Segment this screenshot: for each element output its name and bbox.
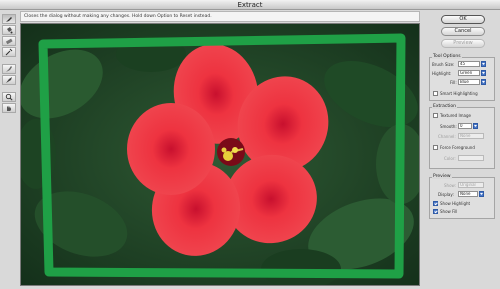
window-title: Extract <box>0 0 500 10</box>
smart-highlighting-label: Smart Highlighting <box>440 91 478 96</box>
tool-options-title: Tool Options <box>432 54 462 59</box>
highlight-label: Highlight: <box>432 71 452 76</box>
channel-select[interactable]: None <box>458 133 484 139</box>
ok-button[interactable]: OK <box>441 15 485 24</box>
smooth-label: Smooth: <box>440 124 457 129</box>
brush-size-label: Brush Size: <box>432 62 455 67</box>
extract-options-panel: OK Cancel Preview Tool Options Brush Siz… <box>425 13 497 287</box>
zoom-icon <box>5 93 13 101</box>
brush-size-input[interactable]: 45 <box>458 61 480 67</box>
edge-touchup-icon <box>6 77 12 83</box>
chevron-down-icon <box>482 63 485 65</box>
tool-options-group: Tool Options Brush Size: 45 Highlight: G… <box>429 54 495 101</box>
eyedropper-icon <box>5 48 13 56</box>
zoom-tool[interactable] <box>2 92 16 102</box>
color-swatch[interactable] <box>458 155 484 161</box>
display-select-arrow[interactable] <box>479 191 484 197</box>
chevron-down-icon <box>480 193 483 195</box>
edge-highlighter-tool[interactable] <box>2 14 16 24</box>
chevron-down-icon <box>482 72 485 74</box>
highlight-select-arrow[interactable] <box>481 70 486 76</box>
fill-icon <box>7 27 13 34</box>
textured-image-label: Textured Image <box>440 113 471 118</box>
channel-label: Channel: <box>438 134 456 139</box>
force-foreground-label: Force Foreground <box>440 145 475 150</box>
smooth-input[interactable]: 0 <box>458 123 472 129</box>
show-label: Show: <box>444 183 456 188</box>
show-fill-checkbox[interactable] <box>433 209 438 214</box>
show-highlight-checkbox[interactable] <box>433 201 438 206</box>
color-label: Color: <box>444 156 456 161</box>
cleanup-icon <box>6 66 12 72</box>
show-highlight-label: Show Highlight <box>440 201 471 206</box>
smart-highlighting-checkbox[interactable] <box>433 91 438 96</box>
textured-image-checkbox[interactable] <box>433 113 438 118</box>
brush-size-stepper[interactable] <box>481 61 486 67</box>
hand-icon <box>7 105 11 111</box>
fill-label: Fill: <box>450 80 457 85</box>
fill-tool[interactable] <box>2 25 16 35</box>
eraser-tool[interactable] <box>2 36 16 46</box>
hibiscus-image <box>21 24 419 285</box>
force-foreground-checkbox[interactable] <box>433 145 438 150</box>
cancel-button[interactable]: Cancel <box>441 27 485 36</box>
extraction-group: Extraction Textured Image Smooth: 0 Chan… <box>429 104 495 169</box>
edge-highlighter-icon <box>6 17 12 22</box>
display-select[interactable]: None <box>458 191 478 197</box>
eyedropper-tool[interactable] <box>2 47 16 57</box>
hint-bar: Closes the dialog without making any cha… <box>20 11 420 22</box>
highlight-select[interactable]: Green <box>458 70 480 76</box>
fill-select-arrow[interactable] <box>481 79 486 85</box>
extraction-title: Extraction <box>432 104 457 109</box>
show-fill-label: Show Fill <box>440 209 458 214</box>
edge-touchup-tool[interactable] <box>2 75 16 85</box>
chevron-down-icon <box>482 81 485 83</box>
preview-button[interactable]: Preview <box>441 39 485 48</box>
fill-select[interactable]: Blue <box>458 79 480 85</box>
hand-tool[interactable] <box>2 103 16 113</box>
preview-title: Preview <box>432 174 452 179</box>
preview-group: Preview Show: Original Display: None Sho… <box>429 174 495 219</box>
cleanup-tool[interactable] <box>2 64 16 74</box>
display-label: Display: <box>438 192 454 197</box>
chevron-down-icon <box>474 125 477 127</box>
image-preview-canvas[interactable] <box>20 23 420 286</box>
tool-palette <box>2 14 18 113</box>
smooth-slider-arrow[interactable] <box>473 123 478 129</box>
show-select[interactable]: Original <box>458 182 484 188</box>
eraser-icon <box>5 38 13 45</box>
